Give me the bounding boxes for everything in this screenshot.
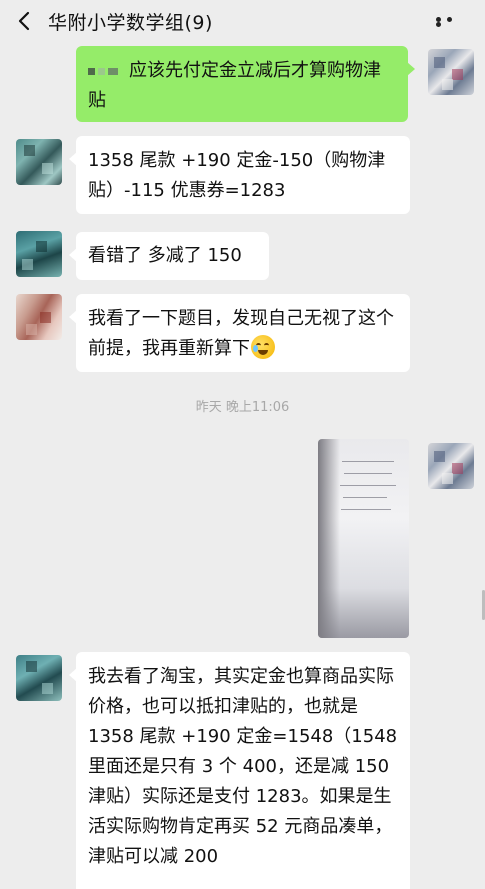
message-bubble-other[interactable]: 1358 尾款 +190 定金-150（购物津贴）-115 优惠券=1283 [69,136,410,214]
chat-title: 华附小学数学组(9) [48,12,213,34]
avatar-self[interactable] [428,443,474,489]
avatar-member[interactable] [16,139,62,185]
message-text: 应该先付定金立减后才算购物津贴 [88,60,381,111]
more-icon[interactable] [436,17,466,27]
message-text: 我看了一下题目，发现自己无视了这个前提，我再重新算下 [88,308,394,359]
message-bubble-other[interactable]: 我看了一下题目，发现自己无视了这个前提，我再重新算下 [69,294,410,372]
message-bubble-other[interactable]: 看错了 多减了 150 [69,232,269,280]
avatar-member[interactable] [16,231,62,277]
chat-timestamp: 昨天 晚上11:06 [195,400,290,415]
message-text: 我去看了淘宝，其实定金也算商品实际价格，也可以抵扣津贴的，也就是 1358 尾款… [88,666,398,867]
avatar-member[interactable] [16,294,62,340]
message-text: 看错了 多减了 150 [88,245,242,266]
avatar-member[interactable] [16,655,62,701]
chat-screen: 华附小学数学组(9) 应该先付定金立减后才算购物津贴 1358 尾款 +190 … [0,0,485,889]
message-image[interactable] [318,439,409,638]
avatar-self[interactable] [428,49,474,95]
message-bubble-other[interactable]: 我去看了淘宝，其实定金也算商品实际价格，也可以抵扣津贴的，也就是 1358 尾款… [69,652,410,889]
message-bubble-self[interactable]: 应该先付定金立减后才算购物津贴 [76,46,415,122]
message-text: 1358 尾款 +190 定金-150（购物津贴）-115 优惠券=1283 [88,150,386,201]
back-icon[interactable] [14,10,36,32]
tearful-laugh-emoji [251,335,275,359]
blurred-mention [88,56,121,86]
chat-header: 华附小学数学组(9) [0,0,485,42]
